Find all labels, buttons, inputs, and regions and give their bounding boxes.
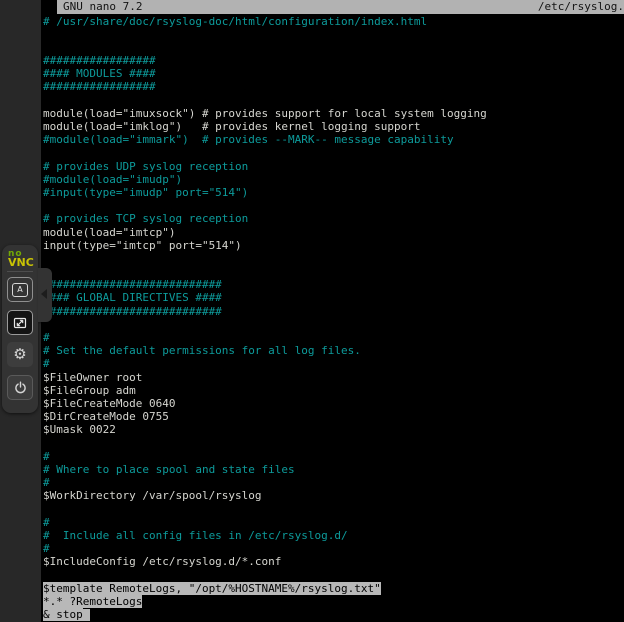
editor-line [43, 437, 624, 450]
editor-line: # provides TCP syslog reception [43, 212, 624, 225]
editor-line [43, 568, 624, 581]
editor-line: input(type="imtcp" port="514") [43, 239, 624, 252]
editor-line: $WorkDirectory /var/spool/rsyslog [43, 489, 624, 502]
disconnect-button[interactable] [7, 375, 33, 400]
novnc-logo-vnc: VNC [8, 258, 34, 268]
keyboard-a-icon: A [12, 283, 28, 297]
text-cursor [83, 609, 90, 621]
control-bar-divider [7, 271, 33, 272]
power-icon [13, 380, 28, 395]
editor-line: # [43, 331, 624, 344]
editor-line: # /usr/share/doc/rsyslog-doc/html/config… [43, 15, 624, 28]
editor-line: module(load="imuxsock") # provides suppo… [43, 107, 624, 120]
editor-line: ########################### [43, 305, 624, 318]
editor-line [43, 28, 624, 41]
editor-line: # provides UDP syslog reception [43, 160, 624, 173]
editor-line: #module(load="immark") # provides --MARK… [43, 133, 624, 146]
editor-line: $Umask 0022 [43, 423, 624, 436]
editor-line: # [43, 357, 624, 370]
editor-line: #### GLOBAL DIRECTIVES #### [43, 291, 624, 304]
control-bar-handle[interactable] [38, 268, 52, 322]
editor-line: #module(load="imudp") [43, 173, 624, 186]
editor-line [43, 318, 624, 331]
editor-line: # Set the default permissions for all lo… [43, 344, 624, 357]
nano-app-title: GNU nano 7.2 [63, 0, 142, 14]
editor-line: #input(type="imudp" port="514") [43, 186, 624, 199]
editor-line [43, 146, 624, 159]
editor-line: # Where to place spool and state files [43, 463, 624, 476]
editor-line: module(load="imklog") # provides kernel … [43, 120, 624, 133]
editor-line [43, 94, 624, 107]
terminal-screen[interactable]: GNU nano 7.2 /etc/rsyslog. # /usr/share/… [41, 0, 624, 622]
editor-line: ################# [43, 54, 624, 67]
editor-line [43, 199, 624, 212]
editor-line: *.* ?RemoteLogs [43, 595, 624, 608]
editor-line: $DirCreateMode 0755 [43, 410, 624, 423]
editor-line: ########################### [43, 278, 624, 291]
editor-line: module(load="imtcp") [43, 226, 624, 239]
fullscreen-icon [13, 316, 27, 330]
editor-line [43, 265, 624, 278]
editor-line: $template RemoteLogs, "/opt/%HOSTNAME%/r… [43, 582, 624, 595]
nano-file-path: /etc/rsyslog. [538, 0, 624, 14]
extra-keys-button[interactable]: A [7, 277, 33, 302]
editor-line: # Include all config files in /etc/rsysl… [43, 529, 624, 542]
editor-line [43, 41, 624, 54]
settings-gear-icon: ⚙ [13, 347, 26, 362]
settings-button[interactable]: ⚙ [7, 342, 33, 367]
editor-line: # [43, 476, 624, 489]
novnc-logo: no VNC [8, 250, 34, 268]
editor-line: $FileOwner root [43, 371, 624, 384]
editor-line: $FileCreateMode 0640 [43, 397, 624, 410]
editor-lines: # /usr/share/doc/rsyslog-doc/html/config… [43, 15, 624, 622]
novnc-page: GNU nano 7.2 /etc/rsyslog. # /usr/share/… [0, 0, 624, 622]
novnc-control-bar: no VNC A ⚙ [2, 245, 38, 413]
editor-line: & stop [43, 608, 624, 621]
editor-line: # [43, 450, 624, 463]
editor-line: # [43, 516, 624, 529]
editor-line: $IncludeConfig /etc/rsyslog.d/*.conf [43, 555, 624, 568]
collapse-arrow-icon [41, 289, 47, 299]
editor-line: ################# [43, 80, 624, 93]
editor-line [43, 252, 624, 265]
editor-line: # [43, 542, 624, 555]
editor-line: #### MODULES #### [43, 67, 624, 80]
editor-line [43, 502, 624, 515]
nano-titlebar: GNU nano 7.2 /etc/rsyslog. [57, 0, 624, 14]
editor-line: $FileGroup adm [43, 384, 624, 397]
fullscreen-button[interactable] [7, 310, 33, 335]
